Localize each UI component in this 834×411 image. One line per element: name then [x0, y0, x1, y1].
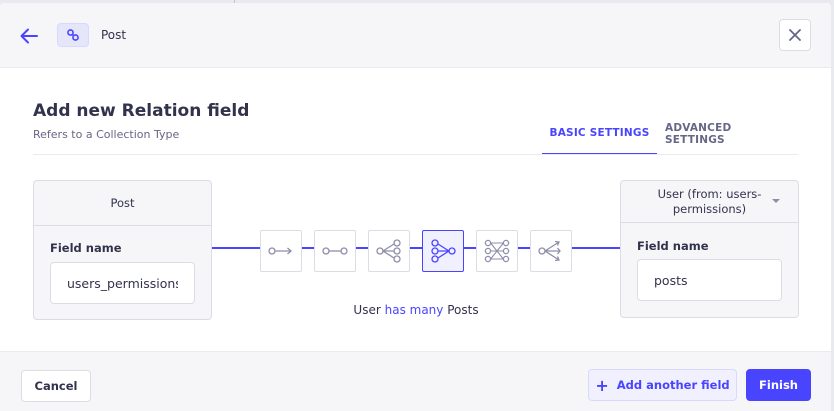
one-to-many-relation-icon [376, 239, 401, 263]
tab-basic-settings[interactable]: BASIC SETTINGS [542, 121, 657, 155]
relation-many-to-one-button[interactable] [422, 230, 464, 272]
cancel-button[interactable]: Cancel [21, 370, 91, 402]
finish-button[interactable]: Finish [746, 369, 811, 401]
relation-one-way-button[interactable] [260, 230, 302, 272]
one-to-one-relation-icon [322, 247, 348, 255]
plus-icon: + [595, 375, 609, 395]
target-field-name-input[interactable] [637, 259, 782, 301]
relation-verb: has many [384, 303, 444, 317]
source-field-name-input[interactable] [50, 262, 195, 304]
caret-down-icon [772, 199, 780, 203]
source-content-type-card: Post Field name [33, 180, 212, 320]
many-to-one-relation-icon [431, 239, 456, 263]
page-subtitle: Refers to a Collection Type [33, 128, 180, 141]
relation-one-to-many-button[interactable] [368, 230, 410, 272]
arrow-left-icon [20, 28, 38, 44]
relation-object: Posts [447, 303, 479, 317]
finish-button-label: Finish [759, 378, 798, 392]
relation-subject: User [353, 303, 381, 317]
close-button[interactable] [779, 19, 811, 51]
many-way-relation-icon [538, 240, 561, 262]
add-another-field-label: Add another field [616, 378, 730, 392]
relation-field-modal: Post Add new Relation field Refers to a … [0, 3, 831, 411]
content-type-badge [57, 23, 89, 47]
relation-many-to-many-button[interactable] [476, 230, 518, 272]
relation-one-to-one-button[interactable] [314, 230, 356, 272]
breadcrumb: Post [101, 28, 127, 42]
page-title: Add new Relation field [33, 101, 250, 121]
one-way-relation-icon [268, 247, 292, 255]
add-another-field-button[interactable]: + Add another field [588, 369, 737, 401]
source-field-name-label: Field name [50, 241, 122, 255]
tab-advanced-settings[interactable]: ADVANCED SETTINGS [665, 121, 790, 155]
cancel-button-label: Cancel [34, 379, 78, 393]
source-content-type-name: Post [110, 195, 135, 210]
target-content-type-select[interactable]: User (from: users-permissions) [621, 181, 798, 223]
relation-many-way-button[interactable] [530, 230, 572, 272]
modal-header: Post [0, 3, 831, 68]
link-icon [67, 29, 79, 41]
tabs-divider [33, 154, 798, 155]
close-icon [789, 29, 801, 41]
relation-description: User has many Posts [212, 303, 620, 317]
modal-footer: Cancel + Add another field Finish [0, 351, 831, 411]
target-content-type-name: User (from: users-permissions) [657, 186, 762, 216]
source-content-type-title: Post [34, 181, 211, 226]
back-button[interactable] [16, 23, 42, 49]
target-content-type-card: User (from: users-permissions) Field nam… [620, 180, 799, 318]
many-to-many-relation-icon [484, 239, 510, 263]
target-field-name-label: Field name [637, 239, 709, 253]
